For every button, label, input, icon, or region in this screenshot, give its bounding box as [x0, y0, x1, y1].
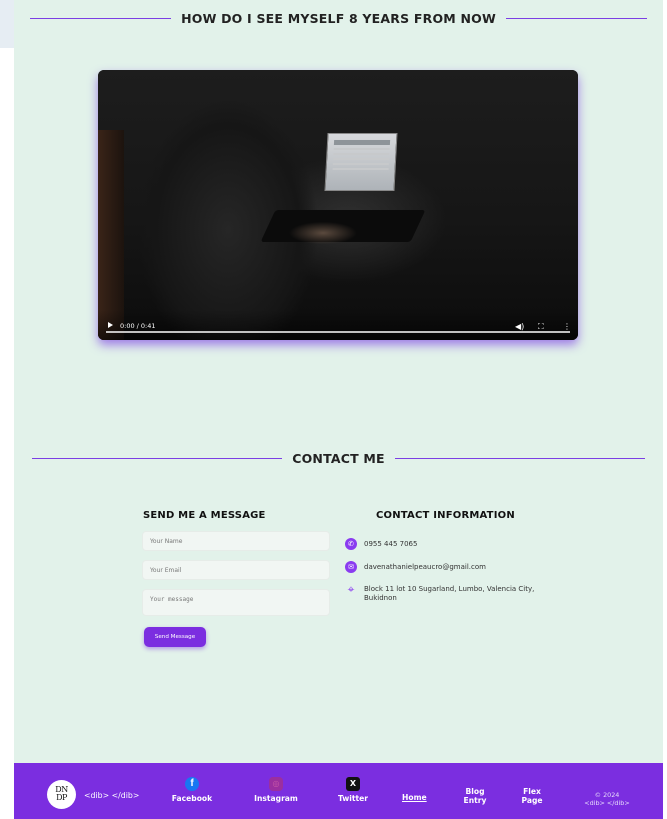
- future-section-heading: HOW DO I SEE MYSELF 8 YEARS FROM NOW: [181, 11, 496, 26]
- contact-info-heading: CONTACT INFORMATION: [376, 510, 515, 521]
- page: HOW DO I SEE MYSELF 8 YEARS FROM NOW 0:0…: [14, 0, 663, 819]
- footer: DN DP <dib> </dib> f Facebook ◎ Instagra…: [14, 763, 663, 819]
- contact-section-title: CONTACT ME: [14, 451, 663, 466]
- video-scene-wall: [98, 130, 124, 340]
- twitter-label: Twitter: [337, 794, 369, 803]
- twitter-link[interactable]: X Twitter: [332, 777, 374, 803]
- instagram-icon: ◎: [269, 777, 283, 791]
- facebook-icon: f: [185, 777, 199, 791]
- contact-phone: ✆ 0955 445 7065: [345, 538, 417, 550]
- copyright-brand: <dib> </dib>: [584, 798, 630, 807]
- mail-icon: ✉: [345, 561, 357, 573]
- send-message-button[interactable]: Send Message: [144, 627, 206, 647]
- video-scene-hands: [278, 218, 368, 248]
- title-line-right: [394, 458, 645, 459]
- x-twitter-icon: X: [346, 777, 360, 791]
- nav-flex-page[interactable]: Flex Page: [517, 787, 547, 805]
- video-progress-bar[interactable]: [106, 331, 570, 333]
- send-message-heading: SEND ME A MESSAGE: [143, 510, 266, 521]
- logo[interactable]: DN DP: [47, 780, 76, 809]
- facebook-label: Facebook: [171, 794, 213, 803]
- title-line-right: [505, 18, 648, 19]
- phone-text: 0955 445 7065: [364, 540, 418, 548]
- logo-line-2: DP: [56, 793, 67, 802]
- video-scene-laptop: [324, 133, 398, 191]
- email-text: davenathanielpeaucro@gmail.com: [364, 563, 486, 571]
- contact-address: ⌖ Block 11 lot 10 Sugarland, Lumbo, Vale…: [345, 583, 554, 602]
- future-section-title: HOW DO I SEE MYSELF 8 YEARS FROM NOW: [14, 11, 663, 26]
- video-frame: [98, 70, 578, 340]
- fullscreen-icon[interactable]: ⛶: [538, 322, 544, 331]
- phone-icon: ✆: [345, 538, 357, 550]
- play-icon[interactable]: [108, 322, 113, 328]
- nav-home[interactable]: Home: [402, 793, 427, 802]
- contact-section-heading: CONTACT ME: [292, 451, 385, 466]
- title-line-left: [32, 458, 283, 459]
- video-controls: 0:00 / 0:41 ◀) ⛶ ⋮: [98, 310, 578, 340]
- message-input[interactable]: [142, 589, 330, 616]
- location-pin-icon: ⌖: [347, 582, 355, 596]
- name-input[interactable]: [142, 531, 330, 551]
- instagram-label: Instagram: [254, 794, 298, 803]
- address-text: Block 11 lot 10 Sugarland, Lumbo, Valenc…: [364, 585, 535, 602]
- copyright: © 2024 <dib> </dib>: [577, 791, 637, 807]
- email-input[interactable]: [142, 560, 330, 580]
- contact-email: ✉ davenathanielpeaucro@gmail.com: [345, 561, 486, 573]
- left-panel-strip: [0, 0, 14, 48]
- title-line-left: [30, 18, 172, 19]
- video-time: 0:00 / 0:41: [120, 322, 156, 330]
- video-player[interactable]: 0:00 / 0:41 ◀) ⛶ ⋮: [98, 70, 578, 340]
- facebook-link[interactable]: f Facebook: [167, 777, 217, 803]
- more-options-icon[interactable]: ⋮: [563, 322, 571, 331]
- footer-brand: <dib> </dib>: [84, 791, 140, 800]
- instagram-link[interactable]: ◎ Instagram: [248, 777, 304, 803]
- volume-icon[interactable]: ◀): [515, 322, 524, 331]
- nav-blog-entry[interactable]: Blog Entry: [460, 787, 490, 805]
